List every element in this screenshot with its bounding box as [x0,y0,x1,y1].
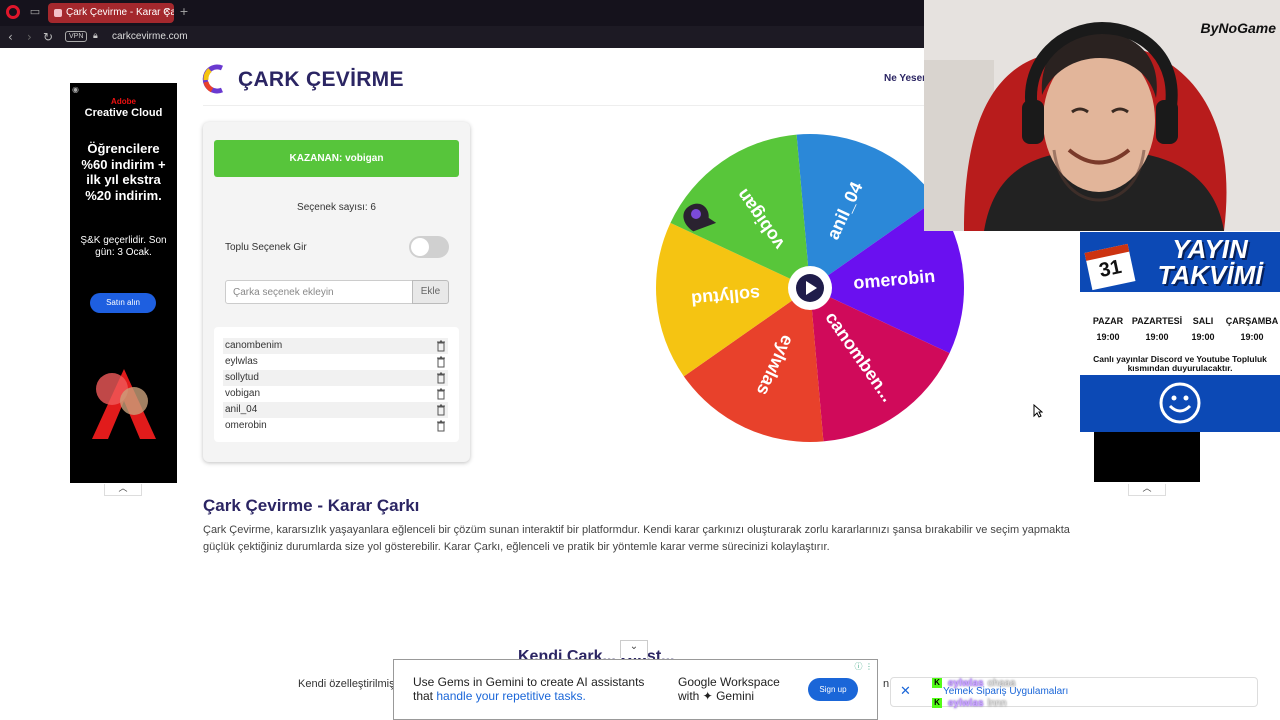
schedule-time: 19:00 [1096,332,1120,342]
bottom-ad-collapse-button[interactable]: ⌄ [620,640,648,658]
calendar-icon: 31 [1084,243,1136,291]
schedule-time: 19:00 [1240,332,1264,342]
forward-icon[interactable]: › [27,30,32,44]
ad-line-2: that handle your repetitive tasks. [413,689,586,703]
trash-icon[interactable] [436,370,446,386]
tab-favicon-icon [54,9,62,17]
site-title[interactable]: ÇARK ÇEVİRME [238,68,404,92]
bulk-toggle-label: Toplu Seçenek Gir [225,242,307,253]
option-label: anil_04 [225,404,258,415]
option-input[interactable] [225,280,413,304]
ad-cta-button[interactable]: Satın alın [90,293,156,313]
secondary-cam [1094,432,1200,482]
option-count: Seçenek sayısı: 6 [297,202,376,213]
kick-badge-icon: K [932,698,942,709]
site-logo-icon[interactable] [202,64,228,94]
new-tab-button[interactable]: + [177,5,191,19]
list-item: sollytud [223,370,448,386]
tab-close-icon[interactable]: × [164,6,170,17]
ad-brand-line-1: Google Workspace [678,675,780,689]
ad-line-1: Use Gems in Gemini to create AI assistan… [413,675,645,689]
option-label: canombenim [225,340,283,351]
schedule-day: ÇARŞAMBA [1225,316,1279,326]
chat-user: eylwlas [948,678,984,689]
list-item: vobigan [223,386,448,402]
trash-icon[interactable] [436,354,446,370]
header-divider [203,105,925,106]
ad-terms: Ş&K geçerlidir. Son gün: 3 Ocak. [80,235,167,258]
ad-brand-top: Adobe [111,97,136,106]
options-panel: KAZANAN: vobigan Seçenek sayısı: 6 Toplu… [203,122,470,462]
left-ad-banner[interactable]: ◉ Adobe Creative Cloud Öğrencilere %60 i… [70,83,177,483]
section-text-left: Kendi özelleştirilmiş [298,678,395,690]
list-item: anil_04 [223,402,448,418]
article-body: Çark Çevirme, kararsızlık yaşayanlara eğ… [203,524,1070,553]
webcam-overlay: ByNoGame [924,0,1280,231]
smiley-icon [1159,382,1201,424]
kick-badge-icon: K [932,678,942,689]
workspaces-icon[interactable]: ▭ [28,5,42,19]
schedule-time: 19:00 [1191,332,1215,342]
opera-logo-icon[interactable] [6,5,20,19]
toggle-knob [411,238,429,256]
schedule-note: Canlı yayınlar Discord ve Youtube Toplul… [1093,354,1267,373]
nav-link[interactable]: Ne Yeser [884,73,926,84]
trash-icon[interactable] [436,402,446,418]
stream-schedule: 31 YAYIN TAKVİMİ PAZAR 19:00 PAZARTESİ 1… [1080,232,1280,432]
schedule-title: YAYIN TAKVİMİ [1157,234,1263,290]
stream-logo: ByNoGame [1200,20,1276,36]
trash-icon[interactable] [436,386,446,402]
adobe-art-icon [92,369,156,439]
schedule-banner: 31 YAYIN TAKVİMİ [1080,232,1280,292]
spin-wheel[interactable]: anil_04omerobincanomben...eylwlassollytu… [650,128,970,448]
chat-user: eylwlas [948,698,984,709]
schedule-day: SALI [1192,316,1214,326]
ad-line-2-prefix: that [413,689,437,703]
list-item: omerobin [223,418,448,434]
ad-info-icon[interactable]: ◉ [72,85,79,94]
ad-brand: Creative Cloud [84,107,163,119]
trash-icon[interactable] [436,338,446,354]
option-label: sollytud [225,372,259,383]
right-ad-collapse-button[interactable]: ︿ [1128,484,1166,496]
ad-line-2-link[interactable]: handle your repetitive tasks. [436,689,585,703]
ad-brand-line-2: with ✦ Gemini [678,689,755,703]
vpn-badge[interactable]: VPN [65,31,88,42]
close-icon[interactable]: ✕ [900,684,911,699]
article-title: Çark Çevirme - Karar Çarkı [203,496,420,515]
url-field[interactable]: carkcevirme.com [112,31,188,42]
back-icon[interactable]: ‹ [8,30,13,44]
lock-icon[interactable]: 🔒︎ [93,31,98,41]
schedule-footer [1080,375,1280,432]
add-option-button[interactable]: Ekle [412,280,449,304]
reload-icon[interactable]: ↻ [43,30,53,44]
mouse-cursor-icon [1033,404,1043,418]
chat-message: Keylwlas ohaaa [932,678,1015,689]
signup-button[interactable]: Sign up [808,678,858,701]
option-label: vobigan [225,388,261,399]
chat-text: ohaaa [987,678,1016,689]
trash-icon[interactable] [436,418,446,434]
option-label: eylwlas [225,356,258,367]
list-item: canombenim [223,338,448,354]
option-label: omerobin [225,420,267,431]
ad-info-icon[interactable]: ⓘ ⋮ [854,661,873,672]
list-item: eylwlas [223,354,448,370]
option-list: canombenim eylwlas sollytud vobigan anil… [214,327,459,442]
tab-title: Çark Çevirme - Karar Çarkı [66,7,174,18]
winner-banner: KAZANAN: vobigan [214,140,459,177]
calendar-day: 31 [1097,255,1124,283]
left-ad-collapse-button[interactable]: ︿ [104,484,142,496]
chat-text: lnnn [987,698,1007,709]
browser-tab[interactable]: Çark Çevirme - Karar Çarkı × [48,3,174,23]
ad-headline: Öğrencilere %60 indirim + ilk yıl ekstra… [81,141,166,203]
chat-message: Keylwlas lnnn [932,698,1007,709]
bottom-ad-banner[interactable]: ⓘ ⋮ Use Gems in Gemini to create AI assi… [393,659,878,720]
bulk-toggle[interactable] [409,236,449,258]
